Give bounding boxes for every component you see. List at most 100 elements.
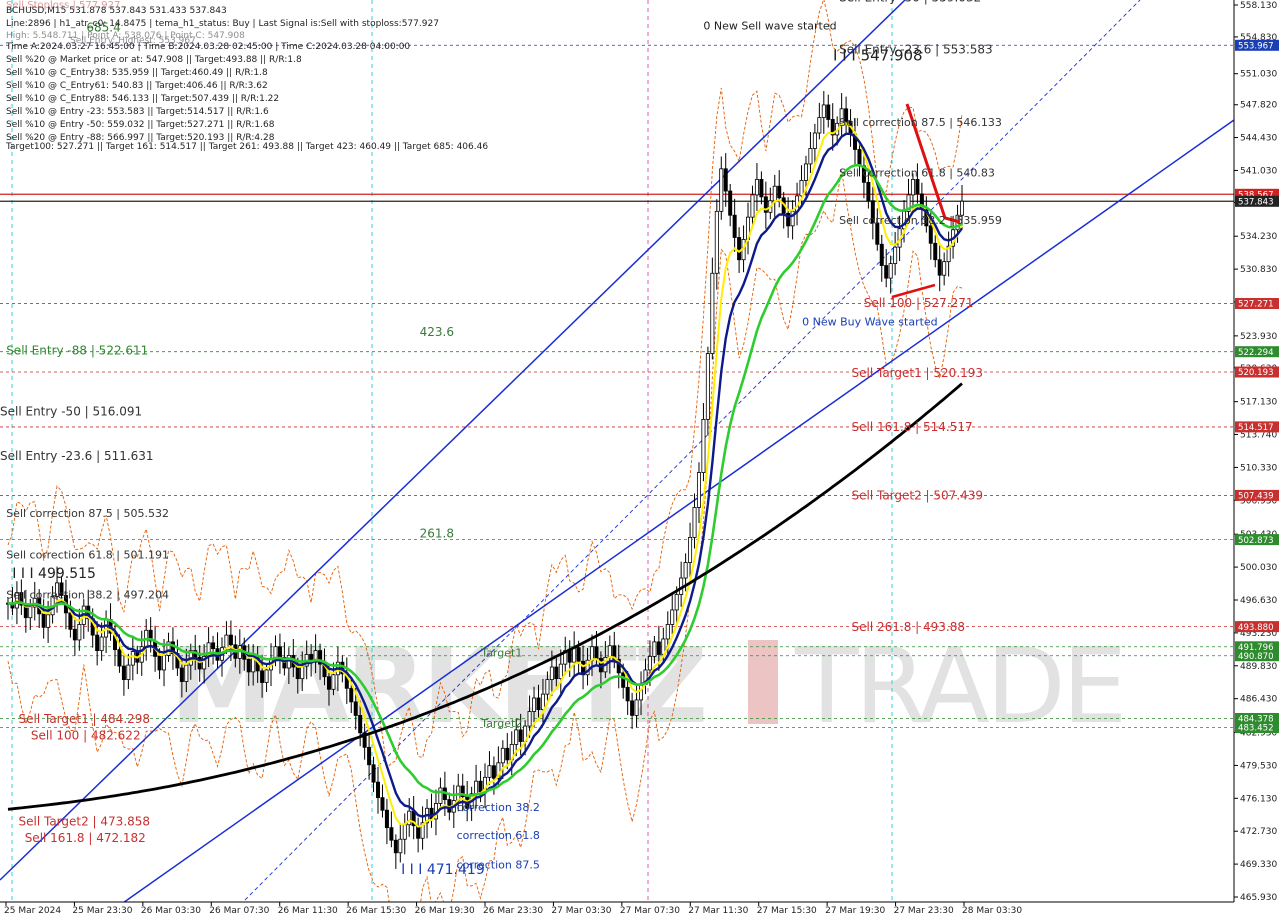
annotation-27: correction 38.2: [457, 801, 540, 814]
candle-body-172: [772, 185, 777, 202]
candle-body-198: [888, 263, 893, 279]
x-tick-label-11: 27 Mar 15:30: [757, 906, 817, 916]
candle-body-20: [95, 634, 100, 651]
candle-body-159: [714, 210, 719, 274]
candle-body-26: [121, 665, 126, 681]
candle-body-145: [652, 641, 657, 657]
info-line-7: Sell %10 @ Entry -50: 559.032 || Target:…: [6, 120, 275, 130]
candle-body-28: [130, 651, 135, 666]
price-axis[interactable]: 558.130554.830551.030547.820544.430541.0…: [1233, 0, 1280, 920]
candle-body-114: [514, 729, 519, 745]
price-tag-label-2: 537.843: [1238, 198, 1274, 208]
candle-body-123: [554, 666, 559, 680]
annotation-5: Sell Entry -23.6 | 511.631: [0, 449, 154, 463]
candle-body-144: [647, 655, 652, 671]
price-chart-svg[interactable]: MARKETZ TRADE 685.4423.6261.8Sell Entry …: [0, 0, 1280, 924]
info-line-0: Line:2896 | h1_atr_c0: 14.8475 | tema_h1…: [6, 19, 439, 29]
y-tick-label-8: 530.830: [1240, 265, 1277, 275]
candle-body-181: [812, 132, 817, 149]
candle-body-50: [228, 634, 233, 646]
price-tag-label-8: 502.873: [1238, 536, 1274, 546]
x-tick-label-5: 26 Mar 15:30: [346, 906, 406, 916]
x-tick-label-1: 25 Mar 23:30: [72, 906, 132, 916]
candle-body-117: [527, 711, 532, 727]
overlay-highest: Sell Entry: Highest: 553.967: [70, 36, 196, 46]
candle-body-183: [821, 104, 826, 118]
candle-body-173: [777, 185, 782, 199]
candle-body-127: [572, 647, 577, 663]
candle-body-156: [701, 418, 706, 473]
x-tick-label-6: 26 Mar 19:30: [415, 906, 475, 916]
annotation-16: Sell Entry -50 | 559.032: [839, 0, 981, 4]
candle-body-81: [367, 746, 372, 766]
candle-body-77: [349, 687, 354, 703]
annotation-3: Sell Entry -88 | 522.611: [6, 344, 148, 358]
candle-body-58: [264, 669, 269, 683]
candle-body-65: [295, 666, 300, 680]
annotation-10: Sell Target1 | 484.298: [19, 712, 151, 726]
time-axis[interactable]: 25 Mar 2024 25 Mar 23:30 26 Mar 03:30 26 Ma…: [0, 901, 1280, 920]
candle-body-97: [438, 787, 443, 804]
annotation-31: Target1: [480, 646, 522, 659]
candle-body-168: [754, 179, 759, 196]
y-tick-label-2: 551.030: [1240, 70, 1277, 80]
annotation-23: Sell Target1 | 520.193: [852, 366, 984, 380]
candle-body-86: [389, 827, 394, 841]
candle-body-153: [688, 536, 693, 563]
x-tick-label-14: 28 Mar 03:30: [962, 906, 1022, 916]
annotation-18: Sell correction 87.5 | 546.133: [839, 116, 1002, 129]
candle-body-83: [376, 781, 381, 799]
candle-body-142: [639, 684, 644, 701]
annotation-4: Sell Entry -50 | 516.091: [0, 405, 142, 419]
y-tick-label-7: 534.230: [1240, 232, 1277, 242]
candle-body-118: [532, 697, 537, 712]
candle-body-78: [353, 701, 358, 716]
price-tag-label-6: 514.517: [1238, 423, 1274, 433]
y-tick-label-0: 558.130: [1240, 1, 1277, 11]
annotation-9: Sell correction 38.2 | 497.204: [6, 588, 169, 601]
candle-body-108: [487, 765, 492, 778]
candle-body-169: [759, 179, 764, 198]
candle-body-179: [803, 163, 808, 181]
candle-body-210: [942, 261, 947, 276]
annotation-24: Sell 161.8 | 514.517: [852, 420, 973, 434]
y-tick-label-12: 517.130: [1240, 398, 1277, 408]
trading-chart[interactable]: MARKETZ TRADE 685.4 423.6 261.8 Sell Entry …: [0, 0, 1280, 924]
candle-body-162: [728, 190, 733, 216]
price-tag-label-9: 493.880: [1238, 623, 1274, 633]
candle-body-180: [808, 148, 813, 165]
annotation-21: Sell 100 | 527.271: [864, 296, 974, 310]
candle-body-15: [72, 628, 77, 641]
annotation-8: Sell correction 61.8 | 501.191: [6, 549, 169, 562]
candle-body-131: [589, 646, 594, 661]
candle-body-141: [634, 699, 639, 716]
candle-body-105: [474, 780, 479, 795]
candle-body-193: [866, 181, 871, 202]
candle-body-106: [478, 780, 483, 793]
info-line-9: Target100: 527.271 || Target 161: 514.51…: [5, 142, 488, 152]
candle-body-87: [393, 839, 398, 854]
candle-body-148: [665, 624, 670, 640]
candle-body-72: [326, 676, 331, 690]
candle-body-121: [545, 679, 550, 695]
info-line-1: Time A:2024.03.27 16:45:00 | Time B:2024…: [5, 42, 410, 52]
price-tag-label-11: 490.870: [1238, 652, 1274, 662]
annotation-11: Sell 100 | 482.622: [31, 729, 141, 743]
candle-body-84: [380, 797, 385, 811]
y-tick-label-26: 469.330: [1240, 860, 1277, 870]
annotation-32: Target2: [480, 717, 522, 730]
candle-body-66: [300, 665, 305, 680]
candle-body-149: [670, 609, 675, 625]
candle-body-199: [893, 246, 898, 265]
candle-body-178: [799, 180, 804, 197]
candle-body-160: [719, 168, 724, 212]
watermark-right: TRADE: [794, 625, 1124, 747]
info-line-5: Sell %10 @ C_Entry88: 546.133 || Target:…: [6, 94, 279, 104]
candle-body-196: [879, 243, 884, 266]
candle-body-73: [331, 674, 336, 690]
candle-body-154: [692, 507, 697, 538]
x-tick-label-10: 27 Mar 11:30: [688, 906, 748, 916]
annotation-22: 0 New Buy Wave started: [802, 316, 938, 329]
candle-body-16: [77, 624, 82, 641]
candle-body-27: [126, 664, 131, 681]
